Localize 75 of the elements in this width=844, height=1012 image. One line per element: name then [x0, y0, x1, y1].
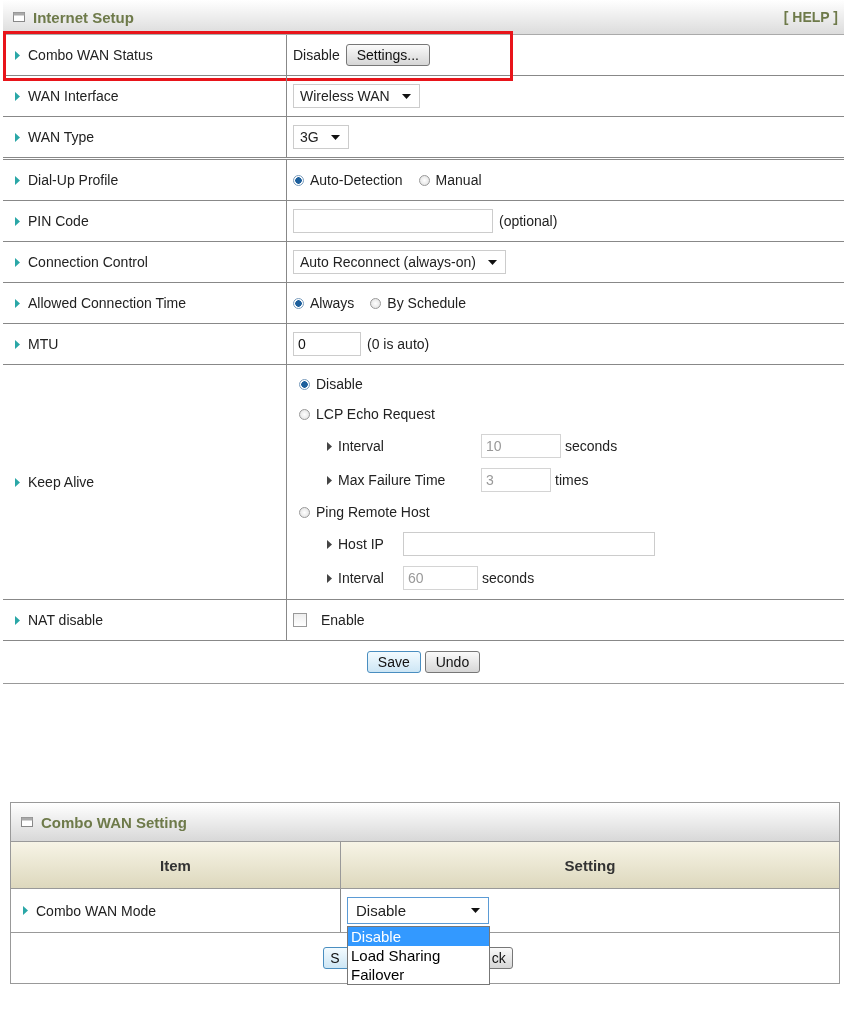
panel-title: Internet Setup	[33, 8, 134, 26]
row-label: NAT disable	[28, 612, 103, 628]
row-label: Allowed Connection Time	[28, 295, 186, 311]
help-link[interactable]: [ HELP ]	[783, 9, 838, 25]
arrow-icon	[15, 615, 20, 625]
arrow-icon	[15, 132, 20, 142]
radio-label: LCP Echo Request	[316, 406, 435, 422]
radio-button[interactable]	[370, 297, 382, 309]
row-label: Connection Control	[28, 254, 148, 270]
panel-title: Combo WAN Setting	[41, 813, 187, 831]
radio-label: Ping Remote Host	[316, 504, 430, 520]
arrow-icon	[327, 441, 332, 451]
radio-label: Manual	[435, 172, 482, 188]
field-label: Max Failure Time	[338, 472, 446, 488]
checkbox-label: Enable	[321, 612, 365, 628]
dropdown[interactable]: Wireless WAN	[293, 84, 420, 108]
arrow-icon	[15, 91, 20, 101]
window-icon	[21, 817, 33, 827]
column-header: Item	[11, 842, 341, 888]
caret-icon	[471, 908, 480, 913]
arrow-icon	[15, 298, 20, 308]
radio-button[interactable]	[299, 408, 310, 420]
radio-button[interactable]	[299, 506, 310, 518]
row-label: Dial-Up Profile	[28, 172, 119, 188]
input-field[interactable]	[293, 209, 493, 233]
dropdown[interactable]: 3G	[293, 125, 349, 149]
arrow-icon	[15, 216, 20, 226]
unit-label: times	[555, 472, 589, 488]
settings-button[interactable]: Settings...	[345, 44, 430, 66]
column-header: Setting	[563, 855, 617, 876]
row-label: PIN Code	[28, 213, 89, 229]
menu-option[interactable]: Failover	[348, 965, 489, 984]
radio-button[interactable]	[293, 174, 304, 186]
row-label: MTU	[28, 336, 59, 352]
field-label: Interval	[338, 438, 384, 454]
field-note: (0 is auto)	[367, 336, 430, 352]
field-note: (optional)	[499, 213, 558, 229]
field-label: Interval	[338, 570, 384, 586]
status-text: Disable	[293, 47, 340, 63]
input-field[interactable]: 0	[293, 332, 361, 356]
arrow-icon	[15, 339, 20, 349]
row-label: WAN Type	[28, 129, 95, 145]
dropdown[interactable]: Disable	[347, 897, 489, 924]
arrow-icon	[327, 539, 332, 549]
radio-label: Always	[310, 295, 355, 311]
input-field[interactable]	[403, 532, 655, 556]
unit-label: seconds	[482, 570, 535, 586]
save-button[interactable]: Save	[366, 651, 421, 673]
row-label: Keep Alive	[28, 474, 95, 490]
radio-label: Disable	[316, 376, 363, 392]
row-label: Combo WAN Status	[28, 47, 153, 63]
radio-label: Auto-Detection	[310, 172, 403, 188]
caret-icon	[401, 93, 411, 99]
caret-icon	[487, 259, 497, 265]
caret-icon	[330, 134, 340, 140]
arrow-icon	[15, 477, 20, 487]
row-label: Combo WAN Mode	[36, 902, 157, 919]
radio-button[interactable]	[418, 174, 430, 186]
arrow-icon	[15, 175, 20, 185]
unit-label: seconds	[565, 438, 618, 454]
arrow-icon	[327, 475, 332, 485]
arrow-icon	[327, 573, 332, 583]
arrow-icon	[23, 906, 28, 915]
radio-button[interactable]	[293, 297, 304, 309]
undo-button[interactable]: Undo	[424, 651, 481, 673]
window-icon	[13, 12, 25, 22]
menu-option[interactable]: Load Sharing	[348, 946, 489, 965]
dropdown[interactable]: Auto Reconnect (always-on)	[293, 250, 506, 274]
row-label: WAN Interface	[28, 88, 119, 104]
radio-button[interactable]	[299, 378, 310, 390]
arrow-icon	[15, 257, 20, 267]
arrow-icon	[15, 50, 20, 60]
radio-label: By Schedule	[387, 295, 466, 311]
field-label: Host IP	[338, 536, 384, 552]
checkbox[interactable]	[293, 613, 307, 627]
